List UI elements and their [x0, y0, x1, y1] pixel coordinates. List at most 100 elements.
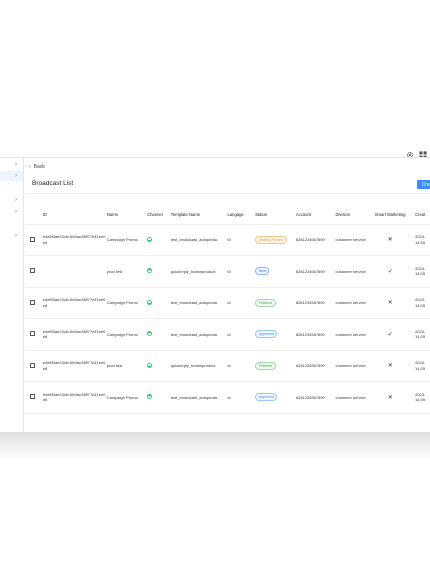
- created-date: 2024-: [415, 297, 426, 303]
- division-cell: customer service: [335, 287, 375, 319]
- close-icon: ✕: [387, 237, 393, 244]
- broadcast-id: e4e8f3ae23cfc1fe9ac28ff77e41ee0e8: [42, 360, 106, 371]
- status-badge: New: [255, 267, 270, 276]
- header-account: Account: [295, 206, 336, 225]
- check-icon: ✓: [387, 268, 393, 275]
- status-cell: Approved: [255, 318, 296, 351]
- chevron-right-icon: ›: [15, 197, 17, 203]
- table-row[interactable]: prod test quickreply_buttonproduct id New 62…: [25, 255, 430, 288]
- close-icon: ✕: [387, 300, 393, 307]
- division-cell: customer service: [335, 318, 375, 351]
- gear-icon[interactable]: [406, 146, 414, 158]
- template-cell: quickreply_buttonproduct: [170, 350, 228, 382]
- row-select-cell: [25, 224, 43, 256]
- name-cell: Campaign Promo: [106, 318, 148, 351]
- language-cell: id: [227, 350, 256, 382]
- language-cell: id: [227, 318, 256, 351]
- id-cell: [42, 255, 107, 288]
- created-cell: 2024- 14:05: [415, 255, 430, 288]
- page-title: Broadcast List: [32, 180, 74, 187]
- account-cell: 6281234567890: [295, 381, 336, 414]
- language-cell: id: [227, 224, 256, 256]
- row-checkbox[interactable]: [30, 394, 35, 400]
- back-label: Back: [33, 164, 45, 170]
- name-cell: Campaign Promo: [106, 381, 148, 414]
- created-date: 2024-: [415, 360, 426, 366]
- table-row[interactable]: e4e8f3ae23cfc1fe9ac28ff77e41ee0e8 Campaig…: [25, 318, 430, 351]
- grid-icon[interactable]: [419, 146, 427, 159]
- table-row[interactable]: e4e8f3ae23cfc1fe9ac28ff77e41ee0e8 Campaig…: [25, 287, 430, 319]
- name-cell: Campaign Promo: [106, 224, 148, 256]
- chevron-right-icon: ›: [15, 233, 17, 239]
- name-cell: prod test: [106, 255, 148, 288]
- sidebar-item[interactable]: ›: [0, 160, 23, 170]
- template-cell: test_broadcast_autopedia: [170, 224, 228, 256]
- row-checkbox[interactable]: [30, 331, 35, 337]
- whatsapp-icon: [147, 268, 153, 274]
- header-template-name: Template Name: [170, 206, 228, 225]
- created-date: 2024-: [415, 328, 426, 334]
- chevron-right-icon: ›: [15, 162, 17, 168]
- channel-cell: [147, 381, 171, 414]
- row-checkbox[interactable]: [30, 236, 35, 242]
- table-row[interactable]: e4e8f3ae23cfc1fe9ac28ff77e41ee0e8 Campaig…: [25, 381, 430, 414]
- header-smart-marketing: Smart Marketing: [374, 206, 416, 225]
- division-cell: customer service: [335, 224, 375, 256]
- language-cell: id: [227, 255, 256, 288]
- channel-cell: [147, 287, 171, 319]
- account-cell: 6281234567890: [295, 255, 336, 288]
- division-cell: customer service: [335, 255, 375, 288]
- created-date: 2024-: [415, 234, 426, 240]
- smart-marketing-cell: ✓: [374, 318, 416, 351]
- header-id: ID: [42, 206, 107, 225]
- whatsapp-icon: [147, 299, 153, 305]
- row-checkbox[interactable]: [30, 268, 35, 274]
- chevron-right-icon: ›: [15, 209, 17, 215]
- name-cell: Campaign Promo: [106, 287, 148, 319]
- language-cell: id: [227, 287, 256, 319]
- channel-cell: [147, 255, 171, 288]
- header-division: Division: [335, 206, 375, 225]
- status-badge: Waiting Review: [255, 235, 287, 244]
- header-channel: Channel: [147, 206, 171, 225]
- check-icon: ✓: [387, 331, 393, 338]
- sidebar-item[interactable]: ›: [0, 231, 23, 241]
- status-badge: Approved: [255, 330, 278, 339]
- account-cell: 6281234567890: [295, 350, 336, 382]
- created-time: 14:05: [415, 365, 426, 371]
- status-cell: Finished: [255, 350, 296, 382]
- sidebar-item[interactable]: ›: [0, 195, 23, 205]
- smart-marketing-cell: ✕: [374, 287, 416, 319]
- row-checkbox[interactable]: [30, 299, 35, 305]
- broadcast-id: e4e8f3ae23cfc1fe9ac28ff77e41ee0e8: [42, 234, 106, 245]
- chevron-left-icon: ‹: [29, 164, 31, 170]
- language-cell: id: [227, 381, 256, 414]
- back-link[interactable]: ‹ Back: [29, 162, 45, 172]
- row-select-cell: [25, 287, 43, 319]
- created-cell: 2024- 14:05: [415, 224, 430, 256]
- division-cell: customer service: [335, 381, 375, 414]
- create-button[interactable]: Crea: [417, 180, 430, 189]
- divider: [25, 193, 430, 194]
- template-cell: test_broadcast_autopedia: [170, 318, 228, 351]
- account-cell: 6281234567890: [295, 287, 336, 319]
- status-badge: Approved: [255, 393, 278, 402]
- row-select-cell: [25, 255, 43, 288]
- table-header: ID Name Channel Template Name Langage St…: [25, 206, 430, 225]
- broadcast-id: e4e8f3ae23cfc1fe9ac28ff77e41ee0e8: [42, 328, 106, 340]
- created-time: 14:05: [415, 239, 426, 245]
- table-row[interactable]: e4e8f3ae23cfc1fe9ac28ff77e41ee0e8 Campaig…: [25, 224, 430, 256]
- broadcast-id: e4e8f3ae23cfc1fe9ac28ff77e41ee0e8: [42, 391, 106, 403]
- row-checkbox[interactable]: [30, 362, 35, 368]
- sidebar-item[interactable]: ›: [0, 207, 23, 217]
- status-cell: Finished: [255, 287, 296, 319]
- row-select-cell: [25, 350, 43, 382]
- channel-cell: [147, 350, 171, 382]
- id-cell: e4e8f3ae23cfc1fe9ac28ff77e41ee0e8: [42, 381, 107, 414]
- id-cell: e4e8f3ae23cfc1fe9ac28ff77e41ee0e8: [42, 318, 107, 351]
- sidebar-item-active[interactable]: ›: [0, 171, 23, 181]
- header-language: Langage: [227, 206, 256, 225]
- created-cell: 2024- 14:05: [415, 287, 430, 319]
- id-cell: e4e8f3ae23cfc1fe9ac28ff77e41ee0e8: [42, 224, 107, 256]
- table-row[interactable]: e4e8f3ae23cfc1fe9ac28ff77e41ee0e8 prod te…: [25, 350, 430, 382]
